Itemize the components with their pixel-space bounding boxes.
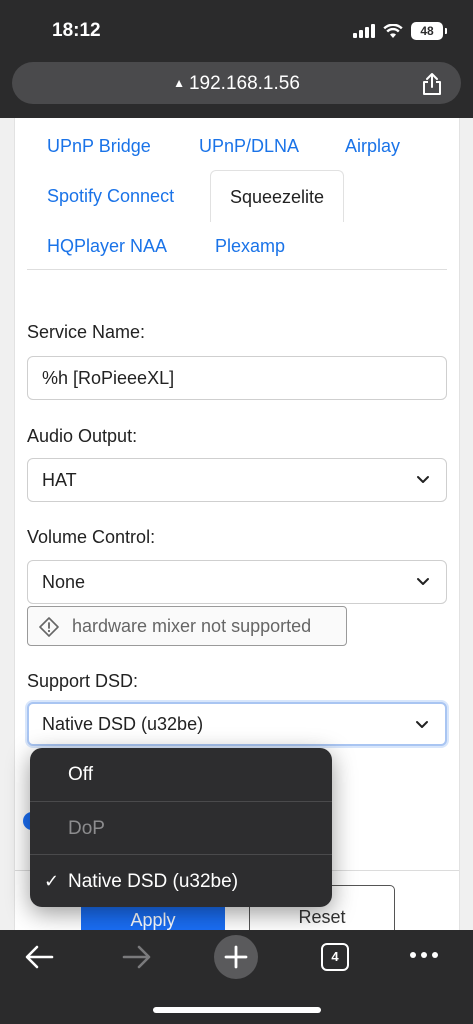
service-name-label: Service Name:	[27, 322, 146, 342]
volume-control-label: Volume Control:	[27, 527, 156, 547]
battery-icon: 48	[411, 22, 447, 40]
new-tab-button[interactable]	[214, 935, 258, 979]
plus-icon	[224, 945, 248, 969]
warning-diamond-icon	[39, 617, 59, 637]
dropdown-option-dop: DoP	[68, 818, 105, 839]
audio-output-select[interactable]: HAT	[27, 458, 447, 502]
forward-arrow-icon	[122, 945, 151, 969]
status-bar: 18:12 48	[0, 0, 473, 60]
share-icon[interactable]	[421, 72, 443, 96]
tab-plexamp[interactable]: Plexamp	[215, 236, 285, 257]
tab-hqplayer-naa[interactable]: HQPlayer NAA	[47, 236, 167, 257]
chevron-down-icon	[417, 476, 429, 483]
dsd-dropdown-menu: Off DoP ✓ Native DSD (u32be)	[30, 748, 332, 907]
tab-upnp-bridge[interactable]: UPnP Bridge	[47, 136, 151, 157]
dropdown-option-off[interactable]: Off	[30, 748, 332, 801]
url-display[interactable]: ▲ 192.168.1.56	[12, 73, 461, 95]
service-name-input[interactable]: %h [RoPieeeXL]	[27, 356, 447, 400]
warning-icon: ▲	[173, 76, 185, 90]
checkmark-icon: ✓	[44, 871, 60, 891]
chevron-down-icon	[416, 721, 428, 728]
support-dsd-select[interactable]: Native DSD (u32be)	[27, 702, 447, 746]
chevron-down-icon	[417, 578, 429, 585]
tab-airplay[interactable]: Airplay	[345, 136, 400, 157]
home-indicator	[153, 1007, 321, 1013]
dropdown-option-native-dsd[interactable]: ✓ Native DSD (u32be)	[30, 855, 332, 907]
volume-control-value: None	[42, 572, 86, 592]
audio-output-value: HAT	[42, 470, 77, 490]
more-icon[interactable]	[410, 952, 438, 958]
url-text: 192.168.1.56	[188, 73, 300, 94]
dropdown-option-native-dsd-label: Native DSD (u32be)	[68, 871, 239, 892]
tab-upnp-dlna[interactable]: UPnP/DLNA	[199, 136, 299, 157]
support-dsd-label: Support DSD:	[27, 671, 139, 691]
tabs-divider	[27, 269, 447, 270]
volume-warning-badge: hardware mixer not supported	[27, 606, 347, 646]
audio-output-label: Audio Output:	[27, 426, 138, 446]
back-arrow-icon[interactable]	[24, 944, 54, 970]
volume-warning-text: hardware mixer not supported	[72, 616, 312, 636]
status-time: 18:12	[52, 20, 101, 41]
wifi-icon	[383, 23, 403, 38]
tab-squeezelite[interactable]: Squeezelite	[210, 170, 345, 222]
support-dsd-value: Native DSD (u32be)	[42, 714, 204, 734]
tab-spotify-connect[interactable]: Spotify Connect	[47, 186, 174, 207]
address-bar[interactable]: ▲ 192.168.1.56	[12, 62, 461, 104]
signal-icon	[353, 24, 375, 38]
status-icons: 48	[353, 22, 447, 40]
volume-control-select[interactable]: None	[27, 560, 447, 604]
tabs-count-button[interactable]: 4	[321, 943, 349, 971]
